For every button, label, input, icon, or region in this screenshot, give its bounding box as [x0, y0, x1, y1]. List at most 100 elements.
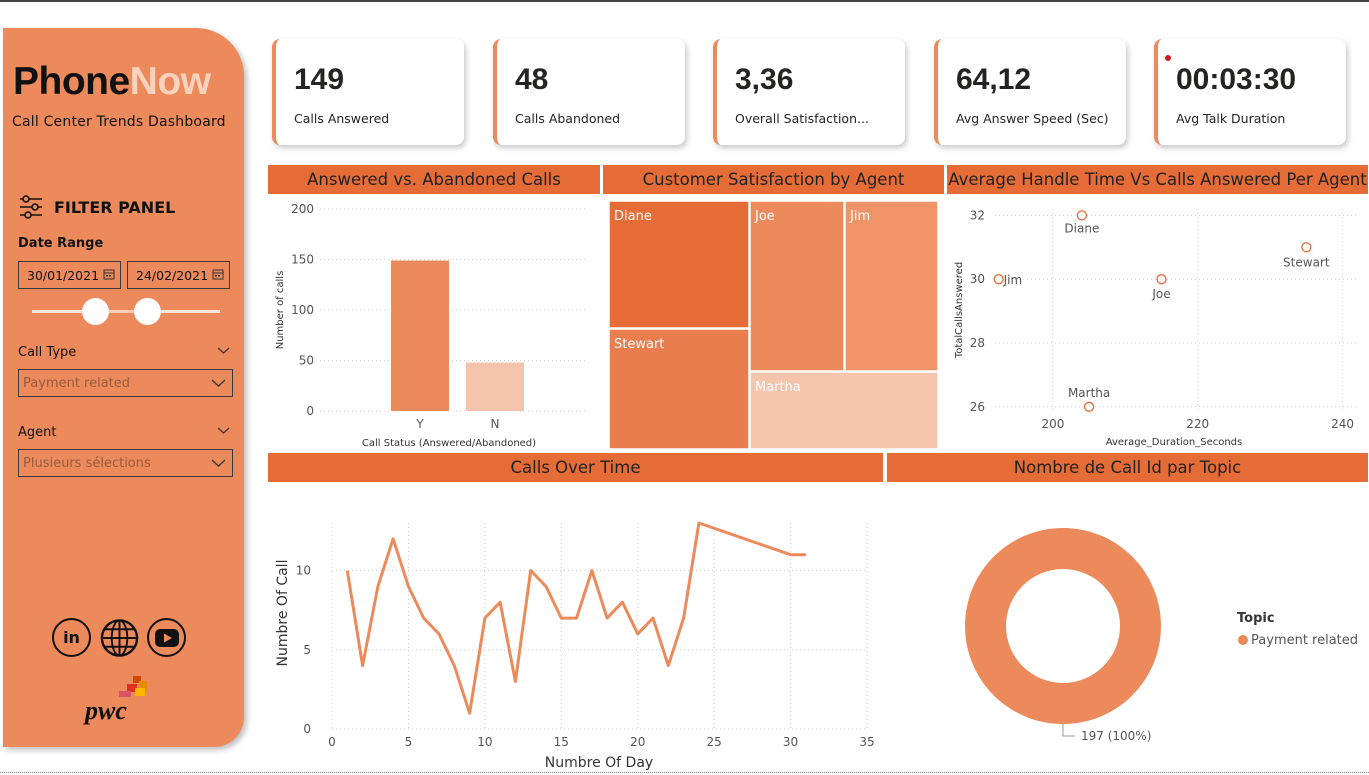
- date-end-input[interactable]: 24/02/2021: [127, 261, 230, 289]
- date-start-value: 30/01/2021: [27, 267, 100, 283]
- date-range-label: Date Range: [18, 236, 104, 251]
- scatter-handle-time[interactable]: 26 28 30 32 200 220 240 Diane Jim Joe Stewart Marth…: [947, 195, 1368, 453]
- x-tick-label: 35: [859, 735, 874, 749]
- scatter-point: [1083, 401, 1095, 412]
- kpi-avg-answer-speed: 64,12 Avg Answer Speed (Sec): [934, 39, 1126, 145]
- chevron-down-icon[interactable]: [217, 426, 230, 435]
- call-type-dropdown[interactable]: Payment related: [18, 369, 233, 397]
- scatter-point: [993, 274, 1004, 285]
- date-slider-end-handle[interactable]: [134, 298, 161, 325]
- x-tick-label: 5: [405, 735, 413, 749]
- y-tick-label: 26: [970, 400, 985, 414]
- x-axis-label: Average_Duration_Seconds: [1106, 437, 1243, 448]
- y-tick-label: 10: [296, 564, 311, 578]
- agent-dropdown[interactable]: Plusieurs sélections: [18, 449, 233, 477]
- y-tick-label: 0: [306, 404, 314, 418]
- x-tick-label: Y: [415, 417, 424, 431]
- linkedin-button[interactable]: in: [52, 618, 91, 657]
- chevron-down-icon[interactable]: [211, 458, 226, 468]
- donut-slice: [965, 527, 1161, 725]
- globe-icon: [100, 618, 139, 657]
- legend-title: Topic: [1237, 611, 1275, 626]
- treemap-tile-label: Martha: [755, 380, 801, 395]
- chevron-down-icon[interactable]: [217, 346, 230, 355]
- x-axis-label: Numbre Of Day: [545, 755, 653, 771]
- website-button[interactable]: [100, 618, 139, 657]
- kpi-value: 149: [294, 63, 345, 96]
- scatter-point-label: Joe: [1151, 287, 1170, 301]
- x-tick-label: 20: [630, 735, 645, 749]
- treemap-tile: [844, 200, 939, 372]
- scatter-point: [1301, 242, 1312, 253]
- scatter-point: [1156, 274, 1167, 285]
- status-dot: [1165, 55, 1171, 61]
- y-tick-label: 32: [970, 208, 985, 222]
- scatter-point-label: Diane: [1064, 221, 1099, 235]
- date-slider-start-handle[interactable]: [82, 298, 109, 325]
- calendar-icon[interactable]: [103, 268, 115, 280]
- x-tick-label: 15: [554, 735, 569, 749]
- pwc-logo-text: pwc: [85, 696, 127, 725]
- x-axis-label: Call Status (Answered/Abandoned): [362, 438, 536, 449]
- kpi-label: Calls Answered: [294, 111, 390, 126]
- line-series: [345, 521, 806, 715]
- donut-data-label: 197 (100%): [1081, 729, 1151, 743]
- chevron-down-icon[interactable]: [211, 378, 226, 388]
- agent-value: Plusieurs sélections: [23, 455, 151, 471]
- brand-part-now: Now: [129, 60, 211, 103]
- youtube-icon: [154, 628, 179, 647]
- x-tick-label: 200: [1041, 417, 1064, 431]
- calendar-icon[interactable]: [212, 268, 224, 280]
- header-answered-abandoned: Answered vs. Abandoned Calls: [268, 165, 600, 194]
- scatter-point-label: Martha: [1068, 386, 1110, 400]
- x-tick-label: 25: [707, 735, 722, 749]
- y-tick-label: 50: [299, 354, 314, 368]
- kpi-value: 3,36: [735, 63, 794, 96]
- brand-logo-text: PhoneNow: [13, 60, 211, 104]
- linkedin-icon: in: [63, 628, 80, 647]
- x-tick-label: 10: [477, 735, 492, 749]
- line-chart-calls-over-time[interactable]: 0 5 10 15 20 25 30 35 0 5 10 Numbre Of Day Numbre Of…: [268, 483, 883, 773]
- treemap-satisfaction[interactable]: Diane Stewart Joe Jim Martha: [603, 195, 944, 453]
- bottom-border: [0, 772, 1369, 773]
- kpi-label: Avg Talk Duration: [1176, 111, 1286, 126]
- kpi-label: Avg Answer Speed (Sec): [956, 111, 1109, 126]
- donut-chart-topic[interactable]: 197 (100%) Topic Payment related: [887, 483, 1368, 773]
- sliders-icon: [20, 195, 42, 219]
- bar: [391, 260, 449, 411]
- y-axis-label: Numbre Of Call: [275, 560, 291, 667]
- y-tick-label: 28: [970, 336, 985, 350]
- kpi-overall-satisfaction: 3,36 Overall Satisfaction...: [713, 39, 905, 145]
- donut-leader-line: [1062, 724, 1075, 737]
- treemap-tile: [749, 200, 845, 372]
- top-border: [0, 0, 1369, 2]
- x-tick-label: 240: [1331, 417, 1354, 431]
- bar: [466, 362, 524, 411]
- kpi-label: Overall Satisfaction...: [735, 111, 869, 126]
- y-tick-label: 0: [303, 722, 311, 736]
- y-axis-label: TotalCallsAnswered: [954, 262, 965, 359]
- pwc-logo: pwc: [85, 676, 165, 731]
- date-end-value: 24/02/2021: [136, 267, 209, 283]
- scatter-point-label: Stewart: [1283, 255, 1330, 269]
- treemap-tile-label: Stewart: [614, 337, 664, 352]
- filter-panel-title: FILTER PANEL: [54, 197, 176, 217]
- filter-sidebar: PhoneNow Call Center Trends Dashboard FI…: [3, 28, 244, 747]
- bar-chart-answered-abandoned[interactable]: 0 50 100 150 200 Y N Call Status (Answered/Aban…: [268, 195, 600, 453]
- header-handle-time: Average Handle Time Vs Calls Answered Pe…: [947, 165, 1368, 194]
- scatter-point: [1076, 210, 1088, 221]
- kpi-calls-abandoned: 48 Calls Abandoned: [493, 39, 685, 145]
- x-tick-label: N: [491, 417, 500, 431]
- brand-part-phone: Phone: [13, 60, 130, 103]
- y-tick-label: 5: [303, 643, 311, 657]
- date-start-input[interactable]: 30/01/2021: [18, 261, 121, 289]
- scatter-point-label: Jim: [1003, 273, 1023, 287]
- youtube-button[interactable]: [147, 618, 186, 657]
- header-satisfaction-agent: Customer Satisfaction by Agent: [603, 165, 944, 194]
- x-tick-label: 0: [328, 735, 336, 749]
- treemap-tile-label: Jim: [849, 209, 870, 224]
- agent-label: Agent: [18, 425, 57, 440]
- kpi-label: Calls Abandoned: [515, 111, 621, 126]
- x-tick-label: 220: [1186, 417, 1209, 431]
- call-type-label: Call Type: [18, 345, 77, 360]
